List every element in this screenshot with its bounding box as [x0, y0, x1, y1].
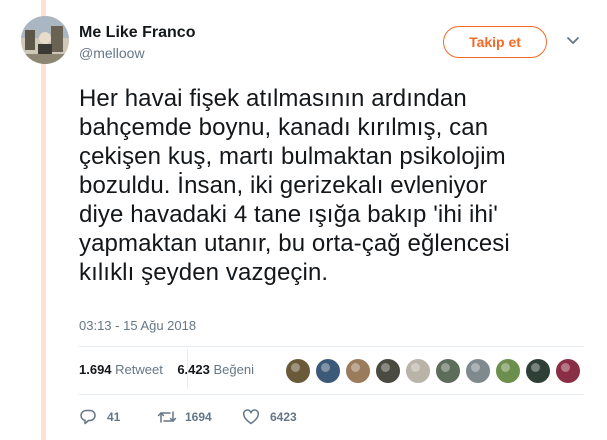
reply-icon	[80, 409, 96, 425]
chevron-down-icon[interactable]	[566, 36, 580, 46]
tweet-stats: 1.694 Retweet 6.423 Beğeni	[79, 362, 254, 377]
tweet-text: Her havai fişek atılmasının ardından bah…	[79, 85, 510, 286]
retweet-count[interactable]: 1.694	[79, 362, 112, 377]
liker-avatar[interactable]	[465, 358, 491, 384]
liker-avatar[interactable]	[285, 358, 311, 384]
like-count[interactable]: 6.423	[177, 362, 210, 377]
like-label[interactable]: Beğeni	[214, 362, 254, 377]
user-handle[interactable]: @melloow	[79, 45, 145, 61]
retweet-label[interactable]: Retweet	[115, 362, 163, 377]
thread-accent-bar	[41, 0, 46, 440]
like-action-count: 6423	[270, 410, 297, 424]
reply-button[interactable]: 41	[79, 406, 139, 428]
liker-avatar[interactable]	[405, 358, 431, 384]
liker-avatar[interactable]	[525, 358, 551, 384]
retweet-icon	[157, 411, 177, 423]
liker-avatar[interactable]	[375, 358, 401, 384]
liker-avatars	[285, 358, 585, 384]
tweet-timestamp[interactable]: 03:13 - 15 Ağu 2018	[79, 318, 196, 333]
liker-avatar[interactable]	[345, 358, 371, 384]
heart-icon	[242, 409, 260, 425]
follow-button[interactable]: Takip et	[443, 26, 547, 58]
like-button[interactable]: 6423	[242, 406, 322, 428]
divider	[79, 346, 584, 347]
display-name[interactable]: Me Like Franco	[79, 24, 195, 42]
divider	[79, 394, 584, 395]
reply-count: 41	[107, 410, 121, 424]
liker-avatar[interactable]	[555, 358, 581, 384]
stats-separator	[187, 349, 188, 389]
liker-avatar[interactable]	[435, 358, 461, 384]
avatar[interactable]	[21, 16, 69, 64]
liker-avatar[interactable]	[495, 358, 521, 384]
retweet-action-count: 1694	[185, 410, 212, 424]
avatar-image	[21, 16, 69, 64]
liker-avatar[interactable]	[315, 358, 341, 384]
retweet-button[interactable]: 1694	[157, 406, 237, 428]
